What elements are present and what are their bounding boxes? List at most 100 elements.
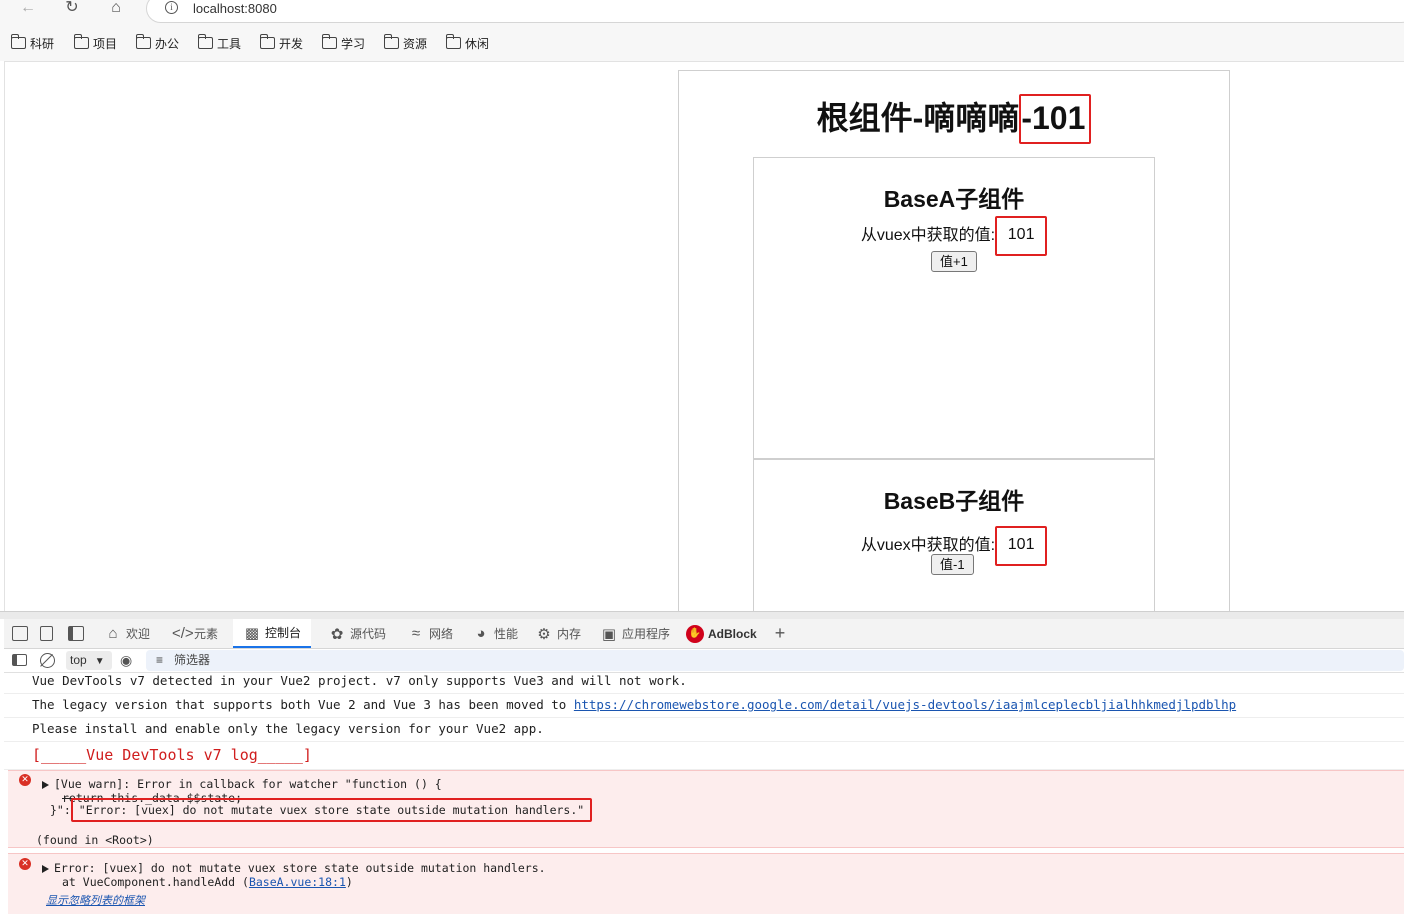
dock-side-icon[interactable] [68, 626, 84, 641]
base-b-title: BaseB子组件 [883, 488, 1025, 514]
wifi-icon: ≈ [411, 625, 421, 642]
root-component: 根组件-嘀嘀嘀-101 BaseA子组件 从vuex中获取的值: 101 值+1 … [678, 70, 1230, 611]
error-summary[interactable]: Error: [vuex] do not mutate vuex store s… [42, 861, 546, 875]
filter-icon: ≡ [156, 653, 164, 667]
bookmark-label: 办公 [155, 36, 180, 51]
vuex-error-highlight: "Error: [vuex] do not mutate vuex store … [70, 798, 593, 822]
tab-label: 应用程序 [622, 627, 671, 641]
home-icon[interactable]: ⌂ [106, 0, 126, 18]
bookmark-folder[interactable]: 项目 [74, 34, 117, 52]
folder-icon [322, 34, 337, 49]
page-viewport: 根组件-嘀嘀嘀-101 BaseA子组件 从vuex中获取的值: 101 值+1 … [4, 61, 1404, 611]
sidebar-toggle-icon[interactable] [12, 654, 27, 666]
error-icon: ✕ [19, 774, 31, 786]
stack-frame-close: ) [345, 875, 353, 889]
site-info-icon[interactable]: i [165, 1, 178, 14]
console-output: Vue DevTools v7 detected in your Vue2 pr… [4, 673, 1404, 914]
source-link[interactable]: BaseA.vue:18:1 [249, 875, 346, 889]
clear-console-icon[interactable] [40, 653, 55, 668]
root-title-text: 根组件-嘀嘀嘀 [816, 100, 1020, 136]
chip-icon: ⚙ [537, 625, 551, 643]
tab-performance[interactable]: ◕ 性能 [472, 619, 518, 648]
tab-adblock[interactable]: ✋ AdBlock [686, 619, 757, 648]
folder-icon [260, 34, 275, 49]
bookmark-label: 资源 [403, 36, 428, 51]
context-selector[interactable]: top ▼ [66, 651, 112, 670]
console-error: ✕ Error: [vuex] do not mutate vuex store… [8, 853, 1404, 914]
reload-icon[interactable]: ↻ [62, 0, 82, 18]
error-text: Error: [vuex] do not mutate vuex store s… [54, 861, 546, 875]
bookmark-folder[interactable]: 办公 [136, 34, 179, 52]
expand-triangle-icon[interactable] [42, 781, 49, 789]
device-emulation-icon[interactable] [40, 626, 53, 641]
base-a-value-row: 从vuex中获取的值: 101 [754, 216, 1154, 256]
tab-welcome[interactable]: ⌂ 欢迎 [104, 619, 150, 648]
bookmark-folder[interactable]: 工具 [198, 34, 241, 52]
base-b-component: BaseB子组件 从vuex中获取的值: 101 值-1 [753, 459, 1155, 611]
adblock-icon: ✋ [686, 624, 704, 643]
bookmark-folder[interactable]: 资源 [384, 34, 427, 52]
gauge-icon: ◕ [476, 625, 486, 642]
inspect-element-icon[interactable] [12, 626, 28, 641]
plus-icon: + [774, 623, 786, 643]
tab-memory[interactable]: ⚙ 内存 [535, 619, 581, 648]
app-window-icon: ▣ [601, 625, 617, 643]
tab-network[interactable]: ≈ 网络 [407, 619, 453, 648]
error-summary[interactable]: [Vue warn]: Error in callback for watche… [42, 777, 442, 791]
console-message: Please install and enable only the legac… [4, 718, 1404, 742]
eye-icon[interactable]: ◉ [120, 652, 132, 669]
console-message: The legacy version that supports both Vu… [4, 694, 1404, 718]
devtools-log-banner: [_____Vue DevTools v7 log_____] [32, 746, 312, 764]
home-icon: ⌂ [108, 625, 118, 642]
bookmark-label: 科研 [30, 36, 55, 51]
decrement-button[interactable]: 值-1 [931, 554, 974, 575]
filter-input[interactable]: ≡ 筛选器 [146, 650, 1404, 671]
base-a-value: 101 [995, 216, 1048, 256]
url-text: localhost:8080 [193, 1, 277, 16]
tab-elements[interactable]: </> 元素 [172, 619, 218, 648]
base-a-component: BaseA子组件 从vuex中获取的值: 101 值+1 [753, 157, 1155, 459]
stack-frame-text: at VueComponent.handleAdd ( [62, 875, 249, 889]
bookmark-folder[interactable]: 开发 [260, 34, 303, 52]
console-message: [_____Vue DevTools v7 log_____] [4, 742, 1404, 770]
root-count-highlight: -101 [1019, 93, 1092, 144]
root-title: 根组件-嘀嘀嘀-101 [679, 93, 1229, 146]
folder-icon [198, 34, 213, 49]
code-icon: </> [172, 625, 194, 642]
tab-application[interactable]: ▣ 应用程序 [600, 619, 670, 648]
bookmark-label: 工具 [217, 36, 242, 51]
folder-icon [11, 34, 26, 49]
url-field[interactable]: i localhost:8080 [146, 0, 1404, 23]
bookmark-folder[interactable]: 科研 [11, 34, 54, 52]
show-ignored-frames-link[interactable]: 显示忽略列表的框架 [46, 892, 145, 908]
back-arrow-icon[interactable]: ← [18, 0, 38, 18]
devtools-tab-bar: ⌂ 欢迎 </> 元素 ▩ 控制台 ✿ 源代码 ≈ 网络 ◕ 性能 ⚙ 内存 ▣ 应用程序 ✋ A… [4, 619, 1404, 649]
tab-label: 性能 [494, 627, 519, 641]
console-message: Vue DevTools v7 detected in your Vue2 pr… [4, 673, 1404, 694]
chrome-webstore-link[interactable]: https://chromewebstore.google.com/detail… [574, 697, 1236, 712]
folder-icon [384, 34, 399, 49]
tab-label: 元素 [194, 627, 219, 641]
base-b-label: 从vuex中获取的值: [860, 537, 996, 555]
console-toolbar: top ▼ ◉ ≡ 筛选器 [4, 649, 1404, 673]
bookmark-label: 休闲 [465, 36, 490, 51]
increment-button[interactable]: 值+1 [931, 251, 977, 272]
base-a-title: BaseA子组件 [883, 186, 1025, 212]
bookmark-folder[interactable]: 休闲 [446, 34, 489, 52]
error-detail: }": "Error: [vuex] do not mutate vuex sto… [50, 798, 593, 822]
tab-sources[interactable]: ✿ 源代码 [328, 619, 386, 648]
expand-triangle-icon[interactable] [42, 865, 49, 873]
devtools-resize-handle[interactable] [0, 611, 1404, 619]
folder-icon [446, 34, 461, 49]
stack-frame: at VueComponent.handleAdd (BaseA.vue:18:… [62, 875, 353, 889]
bookmark-label: 项目 [93, 36, 118, 51]
add-tab-button[interactable]: + [771, 619, 789, 648]
error-icon: ✕ [19, 858, 31, 870]
bookmarks-bar: 科研 项目 办公 工具 开发 学习 资源 休闲 [0, 25, 1404, 61]
bookmark-label: 开发 [279, 36, 304, 51]
tab-console[interactable]: ▩ 控制台 [233, 619, 312, 648]
bookmark-folder[interactable]: 学习 [322, 34, 365, 52]
bug-icon: ✿ [330, 625, 344, 643]
error-found-in: (found in <Root>) [36, 833, 154, 847]
folder-icon [74, 34, 89, 49]
